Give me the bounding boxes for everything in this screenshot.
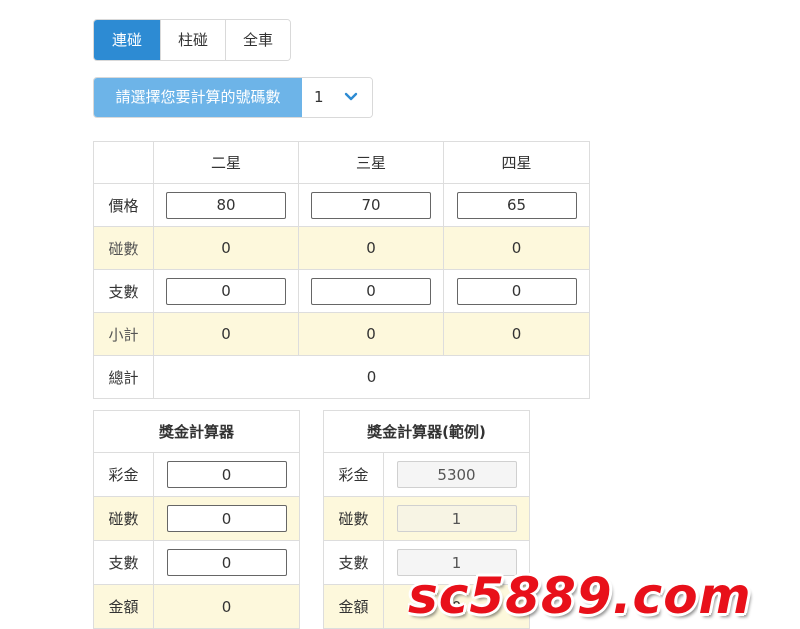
prize-count-input[interactable] [166, 549, 287, 576]
count-row: 支數 [93, 269, 590, 313]
example-count-field [396, 549, 517, 576]
prize-input[interactable] [166, 461, 287, 488]
prize-hits-input[interactable] [166, 505, 287, 532]
prize-amount-value: 0 [152, 584, 301, 629]
price-input-two-star[interactable] [166, 191, 286, 219]
chevron-down-icon [344, 92, 358, 101]
tab-lianpeng[interactable]: 連碰 [94, 20, 160, 60]
example-count-label: 支數 [323, 540, 384, 585]
count-input-two-star[interactable] [166, 277, 286, 305]
price-input-four-star[interactable] [456, 191, 577, 219]
hits-row: 碰數 0 0 0 [93, 226, 590, 270]
price-row-label: 價格 [93, 183, 154, 227]
subtotal-row: 小計 0 0 0 [93, 312, 590, 356]
count-input-four-star[interactable] [456, 277, 577, 305]
count-row-label: 支數 [93, 269, 154, 313]
tab-zhupeng[interactable]: 柱碰 [160, 20, 225, 60]
example-hits-field [396, 505, 517, 532]
dropdown-value: 1 [314, 88, 324, 106]
total-row: 總計 0 [93, 355, 590, 399]
subtotal-value-four-star: 0 [443, 312, 590, 356]
prize-amount-label: 金額 [93, 584, 154, 629]
column-header-three-star: 三星 [298, 141, 444, 184]
number-count-selector: 請選擇您要計算的號碼數 1 [93, 77, 373, 118]
cost-table: 二星 三星 四星 價格 碰數 0 0 0 支數 小計 0 0 0 總計 0 [93, 141, 590, 399]
column-header-two-star: 二星 [153, 141, 299, 184]
column-header-four-star: 四星 [443, 141, 590, 184]
prize-calculator-example: 獎金計算器(範例) 彩金 碰數 支數 金額 0 [323, 410, 530, 629]
number-count-dropdown[interactable]: 1 [302, 78, 372, 117]
mode-tabs: 連碰 柱碰 全車 [93, 19, 291, 61]
example-prize-label: 彩金 [323, 452, 384, 497]
example-amount-value: 0 [383, 584, 530, 629]
prize-calculator: 獎金計算器 彩金 碰數 支數 金額 0 [92, 410, 301, 629]
prize-hits-label: 碰數 [93, 496, 154, 541]
selector-label: 請選擇您要計算的號碼數 [94, 78, 302, 117]
total-value: 0 [153, 355, 590, 399]
prize-label: 彩金 [93, 452, 154, 497]
corner-cell [93, 141, 154, 184]
subtotal-row-label: 小計 [93, 312, 154, 356]
example-prize-field [396, 461, 517, 488]
prize-example-title: 獎金計算器(範例) [323, 410, 530, 453]
prize-calculator-title: 獎金計算器 [92, 410, 301, 453]
hits-value-four-star: 0 [443, 226, 590, 270]
price-row: 價格 [93, 183, 590, 227]
total-row-label: 總計 [93, 355, 154, 399]
example-amount-label: 金額 [323, 584, 384, 629]
price-input-three-star[interactable] [311, 191, 431, 219]
example-hits-label: 碰數 [323, 496, 384, 541]
hits-value-two-star: 0 [153, 226, 299, 270]
prize-count-label: 支數 [93, 540, 154, 585]
hits-value-three-star: 0 [298, 226, 444, 270]
hits-row-label: 碰數 [93, 226, 154, 270]
subtotal-value-two-star: 0 [153, 312, 299, 356]
subtotal-value-three-star: 0 [298, 312, 444, 356]
count-input-three-star[interactable] [311, 277, 431, 305]
tab-quanche[interactable]: 全車 [225, 20, 290, 60]
